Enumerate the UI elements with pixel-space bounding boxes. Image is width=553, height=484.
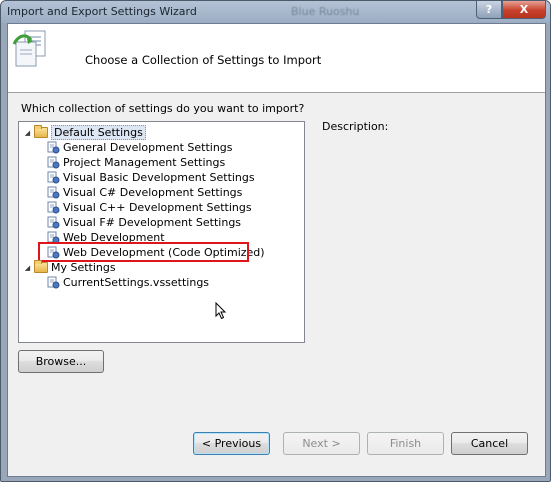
wizard-banner: Choose a Collection of Settings to Impor… <box>8 24 545 93</box>
tree-node-label: My Settings <box>51 261 116 274</box>
settings-wizard-icon <box>12 30 46 67</box>
wizard-window: Import and Export Settings Wizard Blue R… <box>0 0 551 482</box>
cancel-button[interactable]: Cancel <box>451 432 528 455</box>
settings-file-icon <box>47 156 60 169</box>
folder-icon <box>34 125 48 138</box>
close-button[interactable]: X <box>502 1 546 19</box>
tree-item-label: Project Management Settings <box>63 156 226 169</box>
folder-icon <box>34 260 48 273</box>
settings-file-icon <box>47 186 60 199</box>
tree-item[interactable]: Visual C++ Development Settings <box>47 200 252 215</box>
settings-file-icon <box>47 276 60 289</box>
settings-file-icon <box>47 141 60 154</box>
help-button[interactable]: ? <box>476 1 502 19</box>
tree-item[interactable]: CurrentSettings.vssettings <box>47 275 209 290</box>
settings-file-icon <box>47 171 60 184</box>
title-bar[interactable]: Import and Export Settings Wizard Blue R… <box>1 1 550 23</box>
tree-node-label: Default Settings <box>51 125 146 140</box>
previous-button[interactable]: < Previous <box>193 432 270 455</box>
settings-tree[interactable]: ◢ Default Settings General Development S… <box>18 121 305 343</box>
wizard-client-area: Choose a Collection of Settings to Impor… <box>7 23 546 477</box>
next-button[interactable]: Next > <box>283 432 360 455</box>
tree-node-my-settings[interactable]: ◢ My Settings <box>23 260 116 275</box>
tree-item-label: Visual Basic Development Settings <box>63 171 255 184</box>
mouse-cursor-icon <box>215 302 227 320</box>
tree-item[interactable]: General Development Settings <box>47 140 233 155</box>
background-window-title: Blue Ruoshu <box>291 5 360 18</box>
tree-item[interactable]: Visual F# Development Settings <box>47 215 241 230</box>
tree-item-label: Visual C# Development Settings <box>63 186 243 199</box>
page-title: Choose a Collection of Settings to Impor… <box>85 53 322 67</box>
tree-item[interactable]: Visual C# Development Settings <box>47 185 242 200</box>
browse-button[interactable]: Browse... <box>18 350 104 373</box>
window-title: Import and Export Settings Wizard <box>7 5 197 18</box>
finish-button[interactable]: Finish <box>367 432 444 455</box>
expand-collapse-icon[interactable]: ◢ <box>23 128 32 137</box>
tree-item-label: General Development Settings <box>63 141 233 154</box>
description-label: Description: <box>322 120 389 133</box>
collection-question-label: Which collection of settings do you want… <box>21 102 305 115</box>
tree-item-label: Visual F# Development Settings <box>63 216 242 229</box>
expand-collapse-icon[interactable]: ◢ <box>23 263 32 272</box>
settings-file-icon <box>47 216 60 229</box>
tree-node-default-settings[interactable]: ◢ Default Settings <box>23 125 146 140</box>
red-highlight-annotation <box>38 242 249 262</box>
tree-item-label: Visual C++ Development Settings <box>63 201 252 214</box>
settings-file-icon <box>47 201 60 214</box>
tree-item[interactable]: Project Management Settings <box>47 155 225 170</box>
tree-item-label: CurrentSettings.vssettings <box>63 276 210 289</box>
tree-item[interactable]: Visual Basic Development Settings <box>47 170 255 185</box>
